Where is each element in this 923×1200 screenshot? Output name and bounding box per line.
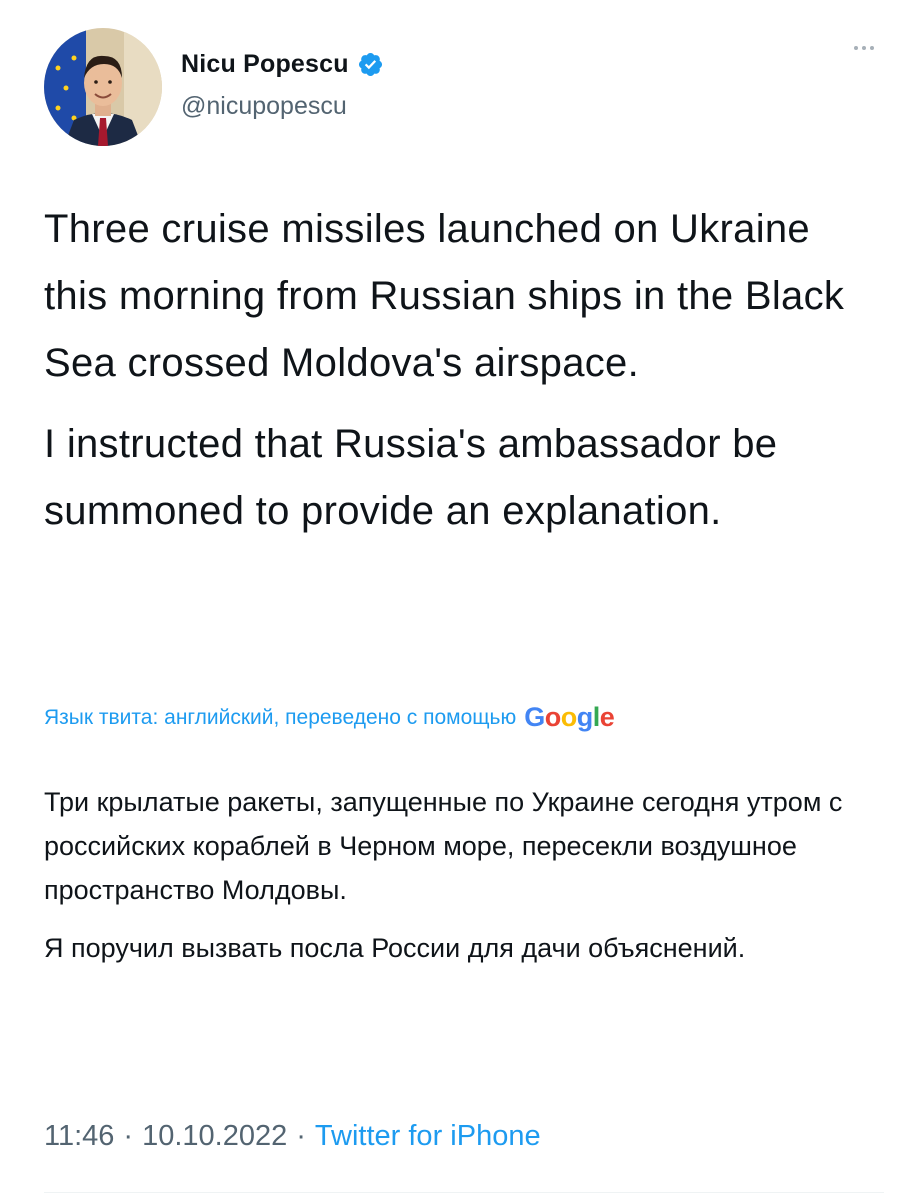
- tweet-card: Nicu Popescu @nicupopescu Three cruise m…: [0, 0, 923, 1200]
- tweet-paragraph: I instructed that Russia's ambassador be…: [44, 422, 778, 533]
- tweet-paragraph: Three cruise missiles launched on Ukrain…: [44, 207, 845, 385]
- tweet-meta: 11:46 · 10.10.2022 · Twitter for iPhone: [44, 1120, 541, 1153]
- verified-badge-icon: [357, 51, 384, 78]
- translated-text: Три крылатые ракеты, запущенные по Украи…: [44, 780, 874, 984]
- tweet-source[interactable]: Twitter for iPhone: [315, 1120, 541, 1153]
- avatar[interactable]: [44, 28, 162, 146]
- meta-separator: ·: [123, 1120, 134, 1152]
- tweet-text: Three cruise missiles launched on Ukrain…: [44, 196, 884, 559]
- avatar-photo-icon: [44, 28, 162, 146]
- display-name[interactable]: Nicu Popescu: [181, 50, 349, 79]
- google-logo-icon: Google: [524, 702, 615, 732]
- translation-attribution[interactable]: Язык твита: английский, переведено с пом…: [44, 702, 615, 733]
- translated-paragraph: Я поручил вызвать посла России для дачи …: [44, 933, 746, 963]
- divider: [44, 1192, 884, 1193]
- tweet-date[interactable]: 10.10.2022: [142, 1120, 287, 1153]
- user-handle[interactable]: @nicupopescu: [181, 92, 347, 121]
- more-options-icon[interactable]: [844, 36, 884, 60]
- meta-separator: ·: [296, 1120, 306, 1152]
- translation-label[interactable]: Язык твита: английский, переведено с пом…: [44, 706, 516, 730]
- tweet-header: Nicu Popescu @nicupopescu: [44, 28, 884, 148]
- translated-paragraph: Три крылатые ракеты, запущенные по Украи…: [44, 787, 843, 905]
- name-row: Nicu Popescu: [181, 50, 384, 79]
- tweet-time[interactable]: 11:46: [44, 1120, 114, 1153]
